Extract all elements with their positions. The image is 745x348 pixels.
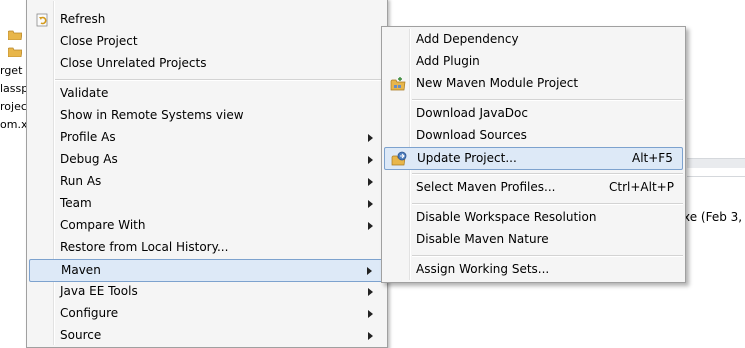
- submenu-arrow-icon: [368, 200, 373, 208]
- menu-item-disable-workspace-resolution[interactable]: Disable Workspace Resolution: [384, 207, 683, 229]
- menu-separator: [412, 99, 683, 101]
- menu-item-label: Team: [60, 196, 92, 210]
- menu-separator: [412, 255, 683, 257]
- menu-item-label: Source: [60, 328, 102, 342]
- menu-item-run-as[interactable]: Run As: [29, 171, 385, 193]
- menu-item-label: New Maven Module Project: [416, 76, 579, 90]
- submenu-arrow-icon: [368, 178, 373, 186]
- menu-item-label: Profile As: [60, 130, 116, 144]
- submenu-arrow-icon: [367, 267, 372, 275]
- menu-item-restore-from-local-history[interactable]: Restore from Local History...: [29, 237, 385, 259]
- explorer-row[interactable]: rget: [0, 64, 22, 77]
- menu-item-select-maven-profiles[interactable]: Select Maven Profiles... Ctrl+Alt+P: [384, 177, 683, 199]
- refresh-icon: [36, 13, 48, 27]
- menu-item-label: Run As: [60, 174, 102, 188]
- submenu-arrow-icon: [368, 222, 373, 230]
- menu-item-download-javadoc[interactable]: Download JavaDoc: [384, 103, 683, 125]
- menu-item-label: Add Plugin: [416, 54, 480, 68]
- menu-item-label: Validate: [60, 86, 109, 100]
- update-project-icon: [391, 151, 407, 166]
- menu-item-refresh[interactable]: Refresh: [29, 9, 385, 31]
- menu-item-label: Download Sources: [416, 128, 527, 142]
- folder-icon: [8, 47, 22, 57]
- submenu-arrow-icon: [368, 332, 373, 340]
- menu-item-label: Download JavaDoc: [416, 106, 528, 120]
- submenu-arrow-icon: [368, 134, 373, 142]
- menu-item-shortcut: Ctrl+Alt+P: [609, 180, 674, 194]
- menu-item-update-project[interactable]: Update Project... Alt+F5: [384, 147, 683, 170]
- menu-item-team[interactable]: Team: [29, 193, 385, 215]
- menu-item-validate[interactable]: Validate: [29, 83, 385, 105]
- menu-item-label: Select Maven Profiles...: [416, 180, 556, 194]
- menu-item-label: Java EE Tools: [60, 284, 138, 298]
- submenu-arrow-icon: [368, 156, 373, 164]
- menu-item-label: Update Project...: [417, 151, 517, 165]
- submenu-arrow-icon: [368, 310, 373, 318]
- menu-item-close-project[interactable]: Close Project: [29, 31, 385, 53]
- folder-icon: [8, 30, 22, 40]
- explorer-row[interactable]: rojec: [0, 100, 26, 113]
- maven-module-icon: [390, 77, 406, 91]
- explorer-row[interactable]: om.x: [0, 118, 26, 131]
- context-menu: Refresh Close Project Close Unrelated Pr…: [26, 0, 388, 348]
- menu-item-new-maven-module-project[interactable]: New Maven Module Project: [384, 73, 683, 95]
- explorer-row[interactable]: lassp: [0, 82, 26, 95]
- menu-item-label: Show in Remote Systems view: [60, 108, 244, 122]
- background-divider: [687, 176, 745, 177]
- menu-item-compare-with[interactable]: Compare With: [29, 215, 385, 237]
- project-explorer: rget lassp rojec om.x: [0, 0, 26, 346]
- menu-separator: [412, 173, 683, 175]
- menu-item-assign-working-sets[interactable]: Assign Working Sets...: [384, 259, 683, 281]
- menu-item-label: Assign Working Sets...: [416, 262, 550, 276]
- background-editor-area: [687, 158, 745, 188]
- menu-item-profile-as[interactable]: Profile As: [29, 127, 385, 149]
- submenu-arrow-icon: [368, 288, 373, 296]
- menu-item-label: Disable Workspace Resolution: [416, 210, 597, 224]
- menu-item-debug-as[interactable]: Debug As: [29, 149, 385, 171]
- menu-item-add-dependency[interactable]: Add Dependency: [384, 29, 683, 51]
- menu-item-maven[interactable]: Maven: [29, 259, 385, 282]
- menu-item-add-plugin[interactable]: Add Plugin: [384, 51, 683, 73]
- menu-item-java-ee-tools[interactable]: Java EE Tools: [29, 281, 385, 303]
- menu-item-close-unrelated-projects[interactable]: Close Unrelated Projects: [29, 53, 385, 75]
- menu-item-label: Configure: [60, 306, 119, 320]
- background-row: [687, 158, 745, 168]
- menu-item-label: Compare With: [60, 218, 146, 232]
- menu-item-download-sources[interactable]: Download Sources: [384, 125, 683, 147]
- background-status-text: xe (Feb 3, 2: [683, 210, 745, 224]
- menu-item-source[interactable]: Source: [29, 325, 385, 347]
- menu-separator: [412, 203, 683, 205]
- menu-item-label: Close Unrelated Projects: [60, 56, 207, 70]
- menu-item-disable-maven-nature[interactable]: Disable Maven Nature: [384, 229, 683, 251]
- menu-item-configure[interactable]: Configure: [29, 303, 385, 325]
- menu-separator: [55, 79, 385, 81]
- menu-item-label: Restore from Local History...: [60, 240, 229, 254]
- menu-item-label: Maven: [61, 263, 101, 277]
- menu-item-shortcut: Alt+F5: [632, 151, 673, 165]
- maven-submenu: Add Dependency Add Plugin New Maven Modu…: [381, 26, 686, 283]
- menu-item-show-in-remote-systems[interactable]: Show in Remote Systems view: [29, 105, 385, 127]
- menu-item-label: Close Project: [60, 34, 138, 48]
- menu-item-label: Add Dependency: [416, 32, 519, 46]
- menu-item-label: Disable Maven Nature: [416, 232, 549, 246]
- menu-item-label: Refresh: [60, 12, 106, 26]
- menu-item-label: Debug As: [60, 152, 118, 166]
